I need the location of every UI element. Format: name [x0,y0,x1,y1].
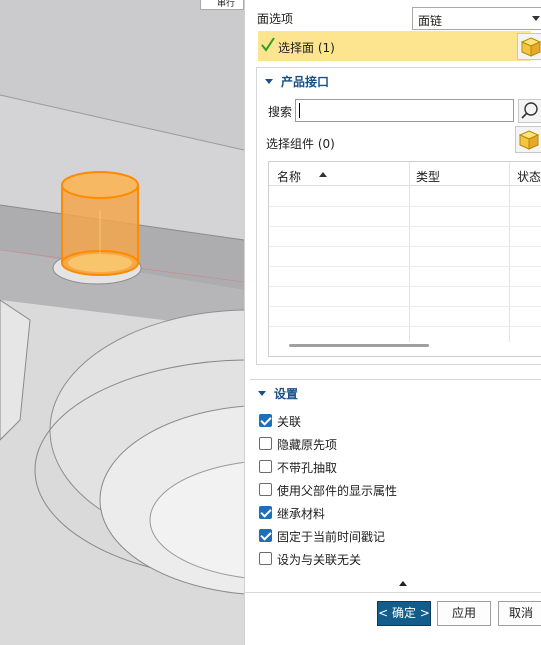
search-icon [521,102,538,119]
column-header-type[interactable]: 类型 [416,168,440,185]
face-option-value: 面链 [418,14,443,28]
column-divider [409,162,410,342]
product-interface-group: 产品接口 搜索 选择组件 (0) 名称 类型 状态 [256,67,541,365]
extract-geometry-dialog: 面选项 面链 选择面 (1) 产品接口 搜索 选择组件 (0) 名称 类型 状态… [244,0,541,645]
select-face-label: 选择面 (1) [278,41,335,55]
option-label: 设为与关联无关 [277,553,362,567]
search-label: 搜索 [268,105,293,119]
collapse-triangle-icon [265,79,273,84]
option-label: 固定于当前时间戳记 [277,530,386,544]
checkbox[interactable] [259,506,272,519]
checkbox[interactable] [259,460,272,473]
checkbox[interactable] [259,437,272,450]
option-label: 隐藏原先项 [277,438,338,452]
table-header: 名称 类型 状态 [269,162,541,186]
cube-icon [519,130,539,150]
table-row [269,226,541,227]
chevron-down-icon [532,16,540,21]
column-header-status[interactable]: 状态 [517,168,541,185]
cube-icon [521,37,541,57]
ok-button[interactable]: < 确定 > [377,601,431,626]
product-interface-title: 产品接口 [281,75,330,89]
checkbox[interactable] [259,529,272,542]
graphics-viewport[interactable]: 串行 [0,0,244,645]
horizontal-scrollbar[interactable] [289,344,429,347]
select-face-row[interactable]: 选择面 (1) [258,31,531,61]
component-table[interactable]: 名称 类型 状态 [268,161,541,357]
table-row [269,286,541,287]
search-button[interactable] [518,99,541,123]
table-row [269,326,541,327]
face-option-row: 面选项 面链 [245,4,541,30]
footer-divider [245,592,541,593]
view-toolbar-chip[interactable]: 串行 [200,0,244,10]
text-caret [299,103,300,118]
sort-ascending-icon [319,172,327,177]
select-component-label: 选择组件 (0) [266,137,335,151]
collapse-triangle-icon [258,391,266,396]
cancel-button[interactable]: 取消 [498,601,541,626]
expand-more-icon[interactable] [399,581,407,586]
settings-header[interactable]: 设置 [258,385,298,402]
column-header-name[interactable]: 名称 [277,168,301,185]
option-label: 继承材料 [277,507,326,521]
table-row [269,246,541,247]
select-component-cube-button[interactable] [515,126,541,153]
column-divider [509,162,510,342]
select-face-cube-button[interactable] [517,33,541,60]
face-option-label: 面选项 [257,12,294,26]
table-row [269,206,541,207]
checkbox[interactable] [259,414,272,427]
apply-button[interactable]: 应用 [437,601,491,626]
table-row [269,306,541,307]
face-option-select[interactable]: 面链 [412,7,541,30]
checkmark-icon [261,37,275,52]
product-interface-header[interactable]: 产品接口 [265,73,329,90]
search-input[interactable] [295,99,514,122]
option-label: 使用父部件的显示属性 [277,484,398,498]
option-label: 关联 [277,415,302,429]
checkbox[interactable] [259,483,272,496]
checkbox[interactable] [259,552,272,565]
settings-title: 设置 [274,387,299,401]
option-label: 不带孔抽取 [277,461,338,475]
table-row [269,266,541,267]
settings-group: 设置 关联 隐藏原先项 不带孔抽取 使用父部件的显示属性 继承材料 固定于当前时… [250,379,541,575]
model-render [0,0,244,645]
